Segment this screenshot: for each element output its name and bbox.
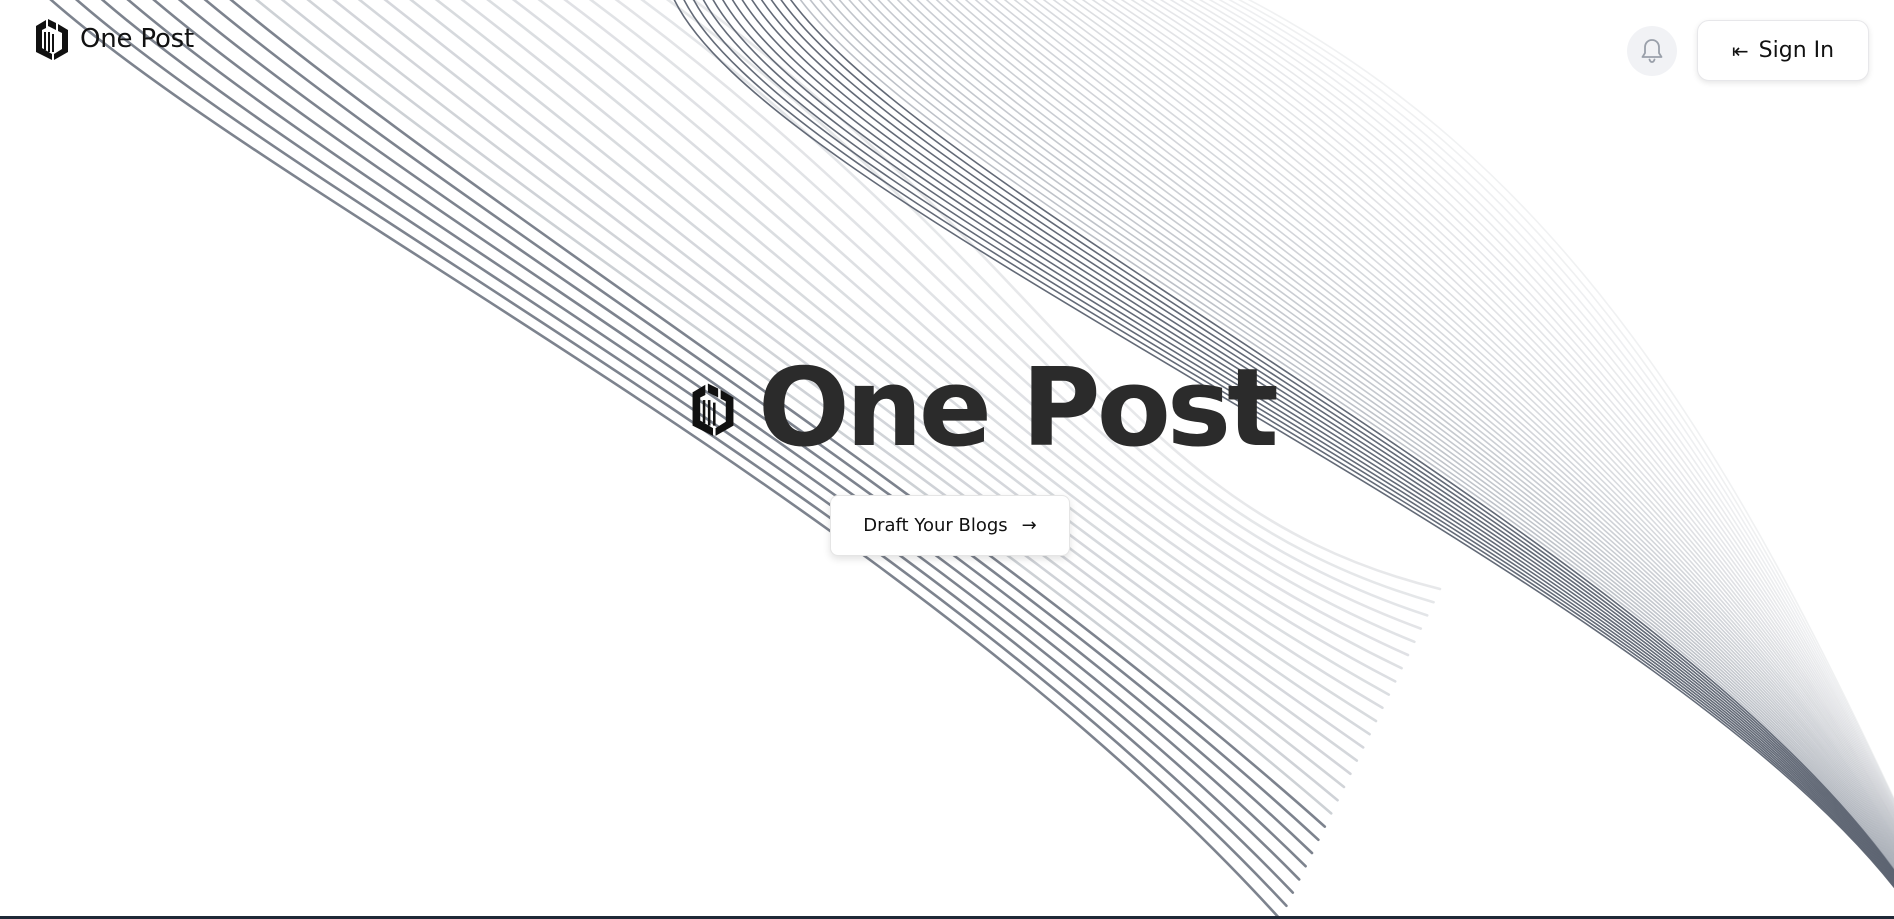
brand-logo-icon <box>36 19 68 60</box>
login-arrow-icon: ⇤ <box>1731 38 1749 63</box>
header-brand-name: One Post <box>80 24 195 54</box>
sign-in-label: Sign In <box>1758 38 1835 63</box>
draft-your-blogs-label: Draft Your Blogs <box>863 515 1008 536</box>
arrow-right-icon: → <box>1021 515 1037 536</box>
bell-icon <box>1641 39 1663 63</box>
header-logo-link[interactable]: One Post <box>34 18 194 60</box>
background-wave-line <box>563 0 1410 657</box>
landing-page: One Post ⇤ Sign In One Post Draft Your B… <box>0 0 1894 919</box>
hero-title: One Post <box>758 346 1279 471</box>
hero-logo-icon <box>692 383 734 436</box>
background-wave-line <box>537 0 1403 670</box>
notifications-button[interactable] <box>1627 26 1677 76</box>
draft-your-blogs-button[interactable]: Draft Your Blogs → <box>830 495 1070 556</box>
sign-in-button[interactable]: ⇤ Sign In <box>1697 20 1869 81</box>
hero-title-group: One Post <box>690 346 1279 471</box>
